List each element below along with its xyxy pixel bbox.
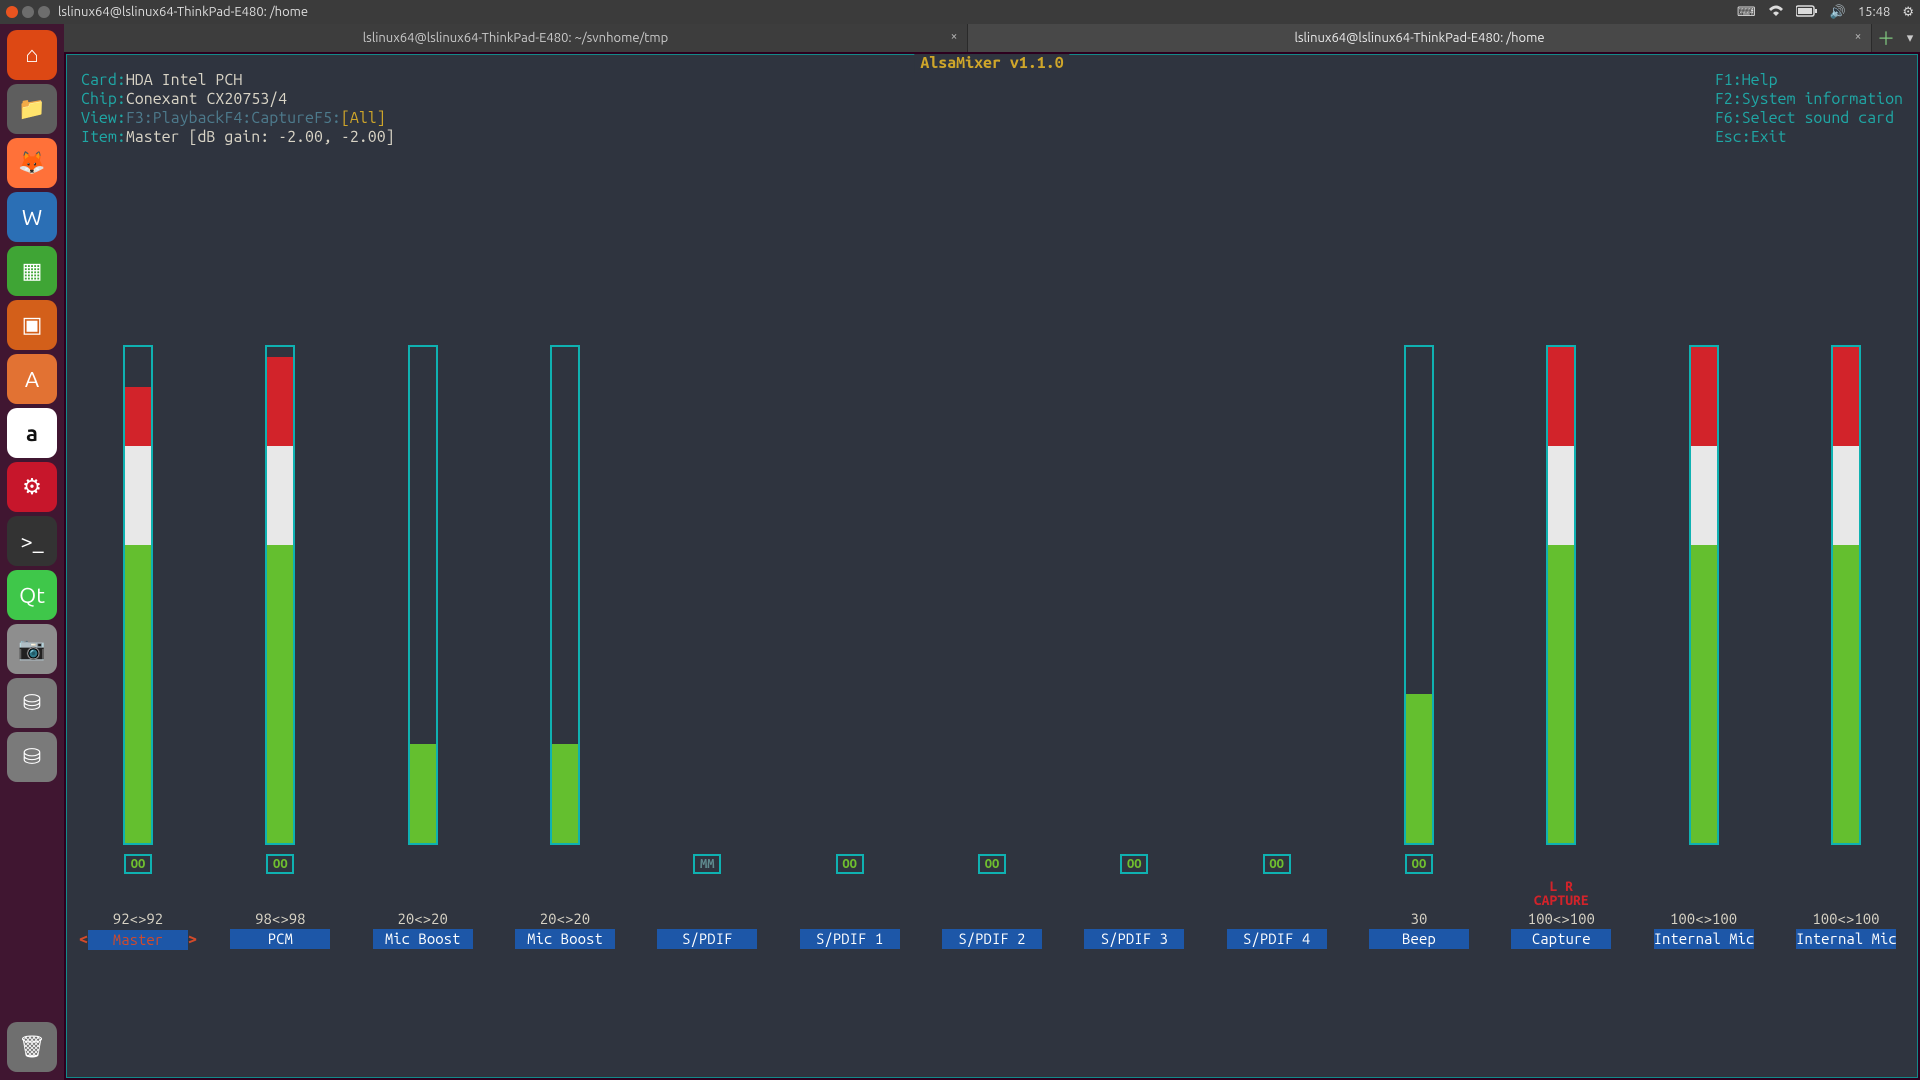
- channel-label: S/PDIF 4: [1227, 929, 1327, 949]
- volume-meter[interactable]: [1689, 345, 1719, 845]
- info-panel-right: F1: Help F2: System information F6: Sele…: [1715, 71, 1903, 147]
- channel-value: 30: [1411, 909, 1428, 927]
- channel-value: 100<>100: [1670, 909, 1737, 927]
- channel-label: Internal Mic B: [1654, 929, 1754, 949]
- mute-indicator[interactable]: OO: [1263, 854, 1291, 874]
- channel-label: S/PDIF: [657, 929, 757, 949]
- channel-internal-mic-b-11[interactable]: 100<>100 Internal Mic B: [1653, 345, 1755, 1057]
- app-title: AlsaMixer v1.1.0: [914, 54, 1069, 73]
- mute-indicator[interactable]: OO: [124, 854, 152, 874]
- tab-2-label: lslinux64@lslinux64-ThinkPad-E480: /home: [1294, 31, 1544, 45]
- window-buttons: [6, 6, 50, 18]
- tab-2-close-icon[interactable]: ×: [1851, 30, 1865, 44]
- channel-value: 92<>92: [113, 909, 163, 927]
- launcher-screenshot-icon[interactable]: 📷: [7, 624, 57, 674]
- channel-s-pdif-1-5[interactable]: OO S/PDIF 1: [799, 345, 901, 1057]
- channel-beep-9[interactable]: OO 30 Beep: [1368, 345, 1470, 1057]
- mute-indicator[interactable]: OO: [836, 854, 864, 874]
- volume-meter[interactable]: [123, 345, 153, 845]
- channel-value: 100<>100: [1528, 909, 1595, 927]
- tab-1-label: lslinux64@lslinux64-ThinkPad-E480: ~/svn…: [363, 31, 668, 45]
- maximize-icon[interactable]: [38, 6, 50, 18]
- capture-flag: L RCAPTURE: [1534, 879, 1589, 907]
- launcher: ⌂ 📁 🦊 W ▦ ▣ A a ⚙ >_ Qt 📷 ⛁ ⛁ 🗑: [0, 24, 64, 1080]
- volume-meter[interactable]: [550, 345, 580, 845]
- tab-2[interactable]: lslinux64@lslinux64-ThinkPad-E480: /home…: [968, 24, 1872, 52]
- minimize-icon[interactable]: [22, 6, 34, 18]
- top-panel: lslinux64@lslinux64-ThinkPad-E480: /home…: [0, 0, 1920, 24]
- tab-menu-icon[interactable]: ▾: [1900, 24, 1920, 52]
- launcher-impress-icon[interactable]: ▣: [7, 300, 57, 350]
- launcher-disk2-icon[interactable]: ⛁: [7, 732, 57, 782]
- channel-value: 20<>20: [397, 909, 447, 927]
- channel-label: PCM: [230, 929, 330, 949]
- launcher-disk1-icon[interactable]: ⛁: [7, 678, 57, 728]
- channel-value: 20<>20: [540, 909, 590, 927]
- battery-icon[interactable]: [1796, 5, 1818, 20]
- channel-mic-boost-3[interactable]: 20<>20 Mic Boost: [514, 345, 616, 1057]
- launcher-dash-icon[interactable]: ⌂: [7, 30, 57, 80]
- volume-meter[interactable]: [1831, 345, 1861, 845]
- volume-meter[interactable]: [265, 345, 295, 845]
- channel-capture-10[interactable]: L RCAPTURE 100<>100 Capture: [1510, 345, 1612, 1057]
- channel-label: Beep: [1369, 929, 1469, 949]
- mute-indicator[interactable]: MM: [693, 854, 721, 874]
- channel-label: Mic Boost: [373, 929, 473, 949]
- launcher-amazon-icon[interactable]: a: [7, 408, 57, 458]
- launcher-writer-icon[interactable]: W: [7, 192, 57, 242]
- launcher-software-icon[interactable]: A: [7, 354, 57, 404]
- volume-meter[interactable]: [408, 345, 438, 845]
- wifi-icon[interactable]: [1768, 5, 1784, 20]
- launcher-files-icon[interactable]: 📁: [7, 84, 57, 134]
- channel-label: S/PDIF 2: [942, 929, 1042, 949]
- new-tab-button[interactable]: ＋: [1872, 24, 1900, 52]
- channel-label: Mic Boost: [515, 929, 615, 949]
- launcher-settings-icon[interactable]: ⚙: [7, 462, 57, 512]
- mute-indicator[interactable]: OO: [978, 854, 1006, 874]
- mixer-area: OO92<>92<Master>OO98<>98PCM20<>20Mic Boo…: [87, 345, 1897, 1057]
- system-tray: ⌨ 🔊 15:48 ⚙: [1737, 5, 1914, 20]
- channel-master-0[interactable]: OO92<>92<Master>: [87, 345, 189, 1057]
- channel-value: 100<>100: [1812, 909, 1879, 927]
- channel-label: Master: [88, 930, 188, 950]
- launcher-qt-icon[interactable]: Qt: [7, 570, 57, 620]
- keyboard-icon[interactable]: ⌨: [1737, 5, 1756, 20]
- volume-meter[interactable]: [1546, 345, 1576, 845]
- tab-1[interactable]: lslinux64@lslinux64-ThinkPad-E480: ~/svn…: [64, 24, 968, 52]
- launcher-terminal-icon[interactable]: >_: [7, 516, 57, 566]
- channel-s-pdif-2-6[interactable]: OO S/PDIF 2: [941, 345, 1043, 1057]
- launcher-trash-icon[interactable]: 🗑: [7, 1022, 57, 1072]
- channel-value: 98<>98: [255, 909, 305, 927]
- clock[interactable]: 15:48: [1858, 5, 1891, 19]
- terminal-body[interactable]: AlsaMixer v1.1.0 Card: HDA Intel PCH Chi…: [66, 54, 1918, 1078]
- mute-indicator[interactable]: OO: [1120, 854, 1148, 874]
- volume-meter[interactable]: [1404, 345, 1434, 845]
- window-title: lslinux64@lslinux64-ThinkPad-E480: /home: [58, 5, 308, 19]
- channel-label: Internal Mic B: [1796, 929, 1896, 949]
- tab-bar: lslinux64@lslinux64-ThinkPad-E480: ~/svn…: [64, 24, 1920, 52]
- channel-s-pdif-3-7[interactable]: OO S/PDIF 3: [1083, 345, 1185, 1057]
- launcher-firefox-icon[interactable]: 🦊: [7, 138, 57, 188]
- tab-1-close-icon[interactable]: ×: [947, 30, 961, 44]
- mute-indicator[interactable]: OO: [266, 854, 294, 874]
- channel-mic-boost-2[interactable]: 20<>20 Mic Boost: [372, 345, 474, 1057]
- channel-label: Capture: [1511, 929, 1611, 949]
- launcher-calc-icon[interactable]: ▦: [7, 246, 57, 296]
- channel-s-pdif-4-8[interactable]: OO S/PDIF 4: [1226, 345, 1328, 1057]
- channel-label: S/PDIF 1: [800, 929, 900, 949]
- volume-icon[interactable]: 🔊: [1830, 5, 1846, 20]
- info-panel-left: Card: HDA Intel PCH Chip: Conexant CX207…: [81, 71, 395, 147]
- gear-icon[interactable]: ⚙: [1902, 5, 1914, 20]
- channel-internal-mic-b-12[interactable]: 100<>100 Internal Mic B: [1795, 345, 1897, 1057]
- channel-pcm-1[interactable]: OO 98<>98 PCM: [229, 345, 331, 1057]
- channel-s-pdif-4[interactable]: MM S/PDIF: [656, 345, 758, 1057]
- close-icon[interactable]: [6, 6, 18, 18]
- channel-label: S/PDIF 3: [1084, 929, 1184, 949]
- mute-indicator[interactable]: OO: [1405, 854, 1433, 874]
